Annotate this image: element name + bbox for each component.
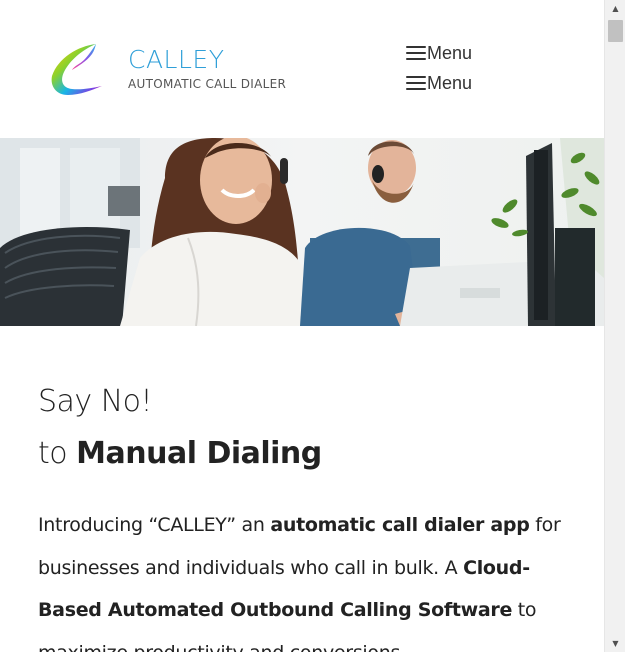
menu-label: Menu: [427, 43, 473, 63]
scrollbar-thumb[interactable]: [608, 20, 623, 42]
logo-tagline: AUTOMATIC CALL DIALER: [128, 77, 287, 91]
scroll-up-arrow-icon[interactable]: ▲: [605, 0, 625, 17]
site-header: CALLEY AUTOMATIC CALL DIALER Menu Menu: [0, 0, 604, 138]
intro-text-1: Introducing “CALLEY” an: [38, 514, 271, 536]
scroll-down-arrow-icon[interactable]: ▼: [605, 635, 625, 652]
heading-say-no: Say No!: [38, 384, 153, 419]
logo-name: CALLEY: [128, 45, 225, 74]
hero-image: [0, 138, 604, 326]
menu-button[interactable]: Menu: [406, 42, 472, 64]
intro-paragraph: Introducing “CALLEY” an automatic call d…: [38, 504, 578, 652]
menu-label: Menu: [427, 73, 473, 93]
page: CALLEY AUTOMATIC CALL DIALER Menu Menu S…: [0, 0, 604, 652]
calley-logo-icon: [51, 44, 102, 95]
vertical-scrollbar[interactable]: ▲ ▼: [604, 0, 625, 652]
menu-button-secondary[interactable]: Menu: [406, 72, 472, 94]
intro-bold-1: automatic call dialer app: [270, 514, 530, 536]
hero-photo-illustration: [0, 138, 604, 326]
hamburger-icon: [406, 76, 426, 90]
site-logo[interactable]: CALLEY AUTOMATIC CALL DIALER: [48, 40, 286, 98]
heading-bold: Manual Dialing: [76, 436, 322, 471]
hamburger-icon: [406, 46, 426, 60]
heading-manual-dialing: to Manual Dialing: [38, 436, 322, 471]
heading-prefix: to: [38, 436, 77, 471]
